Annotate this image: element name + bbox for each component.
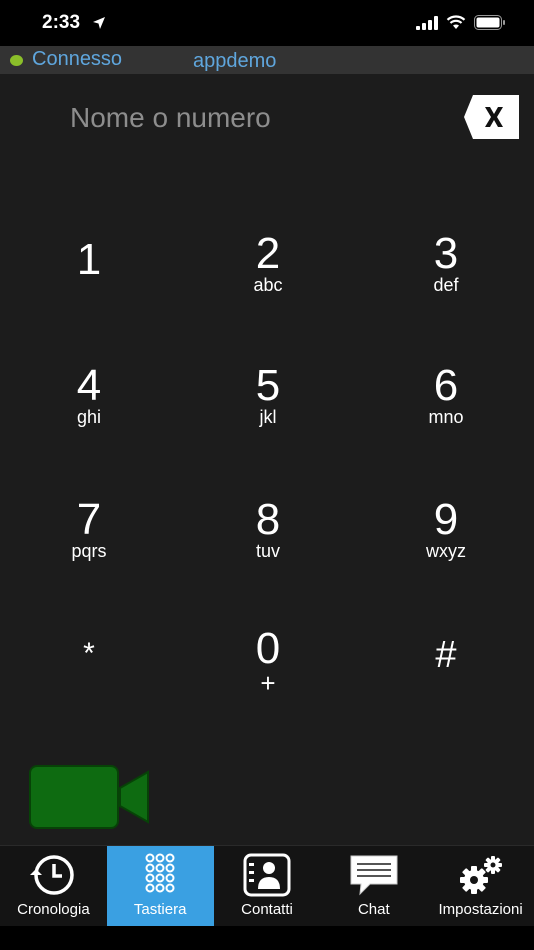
key-4[interactable]: 4 ghi bbox=[24, 364, 154, 464]
key-1[interactable]: 1 bbox=[24, 232, 154, 332]
tab-tastiera[interactable]: Tastiera bbox=[106, 846, 214, 927]
key-5[interactable]: 5 jkl bbox=[203, 364, 333, 464]
key-digit: 7 bbox=[76, 495, 102, 544]
key-digit: * bbox=[83, 637, 95, 670]
status-icons bbox=[416, 15, 506, 30]
key-letters: def bbox=[433, 275, 459, 295]
key-8[interactable]: 8 tuv bbox=[203, 498, 333, 598]
tab-bar: Cronologia Tastiera Contatti Chat Impost… bbox=[0, 845, 534, 927]
connection-status: Connesso bbox=[32, 48, 123, 70]
key-digit: 0 bbox=[255, 624, 281, 673]
key-2[interactable]: 2 abc bbox=[203, 232, 333, 332]
tab-label: Cronologia bbox=[17, 901, 90, 918]
tab-contatti[interactable]: Contatti bbox=[214, 846, 321, 927]
key-3[interactable]: 3 def bbox=[381, 232, 511, 332]
key-digit: 5 bbox=[255, 361, 281, 410]
tab-label: Impostazioni bbox=[438, 901, 523, 918]
key-hash[interactable]: # bbox=[381, 627, 511, 727]
key-letters: jkl bbox=[259, 407, 277, 427]
wifi-icon bbox=[446, 15, 466, 29]
key-star[interactable]: * bbox=[24, 627, 154, 727]
connection-bar: Connesso appdemo bbox=[0, 46, 534, 74]
dialer: 12abc3def4ghi5jkl6mno7pqrs8tuv9wxyz*0+# bbox=[0, 74, 534, 845]
key-digit: 9 bbox=[433, 495, 459, 544]
tab-label: Chat bbox=[357, 901, 390, 918]
status-time: 2:33 bbox=[42, 12, 81, 33]
key-letters: tuv bbox=[255, 541, 280, 561]
tab-label: Tastiera bbox=[133, 901, 187, 918]
history-clock-icon bbox=[30, 855, 75, 895]
backspace-button[interactable] bbox=[463, 94, 520, 140]
chat-bubble-icon bbox=[350, 855, 398, 896]
cellular-signal-icon bbox=[416, 15, 438, 30]
location-arrow-icon bbox=[93, 17, 105, 29]
key-digit: 6 bbox=[433, 361, 459, 410]
key-letters: ghi bbox=[76, 407, 102, 427]
contacts-icon bbox=[243, 853, 291, 897]
key-0[interactable]: 0 + bbox=[203, 627, 333, 727]
number-input[interactable] bbox=[70, 98, 440, 138]
key-9[interactable]: 9 wxyz bbox=[381, 498, 511, 598]
account-name: appdemo bbox=[193, 50, 277, 72]
key-letters: abc bbox=[253, 275, 283, 295]
key-digit: 4 bbox=[76, 361, 102, 410]
connection-status-indicator bbox=[10, 55, 23, 66]
tab-label: Contatti bbox=[241, 901, 293, 918]
key-letters: pqrs bbox=[71, 541, 107, 561]
status-bar: 2:33 bbox=[0, 0, 534, 46]
key-digit: 1 bbox=[76, 235, 102, 284]
key-digit: 3 bbox=[433, 229, 459, 278]
key-digit: 2 bbox=[255, 229, 281, 278]
key-digit: # bbox=[435, 634, 457, 676]
key-7[interactable]: 7 pqrs bbox=[24, 498, 154, 598]
key-digit: 8 bbox=[255, 495, 281, 544]
backspace-icon bbox=[464, 95, 519, 139]
tab-cronologia[interactable]: Cronologia bbox=[0, 846, 107, 927]
keypad-icon bbox=[145, 853, 175, 893]
video-call-button[interactable] bbox=[28, 764, 152, 830]
tab-impostazioni[interactable]: Impostazioni bbox=[427, 846, 534, 927]
key-letters: mno bbox=[428, 407, 464, 427]
video-camera-icon bbox=[29, 765, 149, 829]
tab-chat[interactable]: Chat bbox=[320, 846, 427, 927]
key-letters: + bbox=[260, 668, 276, 698]
home-indicator-area bbox=[0, 926, 534, 950]
key-letters: wxyz bbox=[426, 541, 466, 561]
gears-icon bbox=[459, 856, 502, 894]
battery-icon bbox=[474, 15, 505, 30]
key-6[interactable]: 6 mno bbox=[381, 364, 511, 464]
